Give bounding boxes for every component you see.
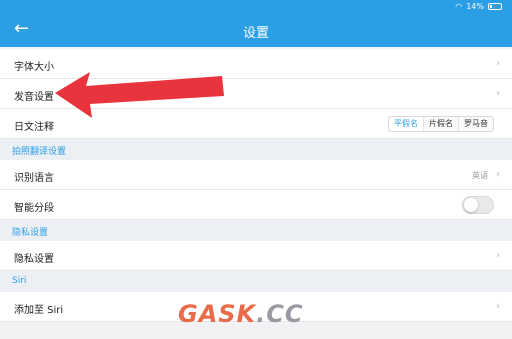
watermark-part-1: GASK xyxy=(178,300,257,328)
watermark-part-2: .CC xyxy=(256,300,304,328)
red-pointer-arrow-icon xyxy=(55,72,224,118)
watermark-logo: GASK.CC xyxy=(178,300,304,328)
